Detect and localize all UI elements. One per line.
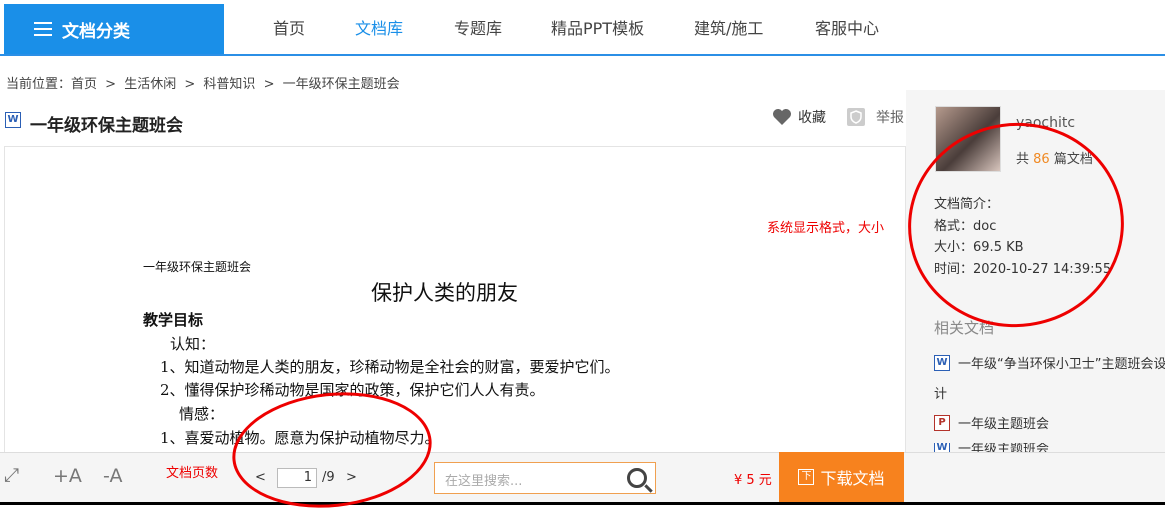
word-doc-icon: W [934, 354, 950, 371]
nav-construction[interactable]: 建筑/施工 [694, 0, 763, 54]
format-annotation: 系统显示格式，大小 [767, 221, 885, 236]
doc-count-number: 86 [1033, 152, 1050, 167]
font-decrease-button[interactable]: -A [103, 465, 122, 487]
report-label: 举报 [876, 110, 904, 126]
time-row: 时间：2020-10-27 14:39:55 [934, 262, 1112, 277]
favorite-label: 收藏 [798, 110, 826, 126]
word-doc-icon: W [934, 443, 950, 452]
doc-line: 认知： [170, 335, 216, 353]
breadcrumb: 当前位置：首页 > 生活休闲 > 科普知识 > 一年级环保主题班会 [6, 73, 404, 92]
doc-line: 2、懂得保护珍稀动物是国家的政策，保护它们人人有责。 [160, 381, 545, 399]
doc-heading: 保护人类的朋友 [371, 281, 518, 305]
nav-support[interactable]: 客服中心 [815, 0, 879, 54]
category-label: 文档分类 [62, 21, 130, 42]
avatar[interactable] [935, 106, 1001, 172]
font-increase-button[interactable]: +A [53, 465, 82, 487]
breadcrumb-separator: > [105, 77, 117, 92]
size-row: 大小：69.5 KB [934, 240, 1024, 255]
page-number-input[interactable]: 1 [277, 468, 317, 488]
related-doc-label: 一年级主题班会 [958, 443, 1050, 452]
page-title: 一年级环保主题班会 [30, 116, 183, 136]
doc-page-header: 一年级环保主题班会 [143, 260, 252, 274]
format-row: 格式：doc [934, 219, 997, 234]
prev-page-button[interactable]: < [255, 470, 266, 485]
related-docs-title: 相关文档 [934, 319, 995, 337]
author-doc-count: 共 86 篇文档 [1016, 152, 1093, 167]
breadcrumb-current: 一年级环保主题班会 [282, 77, 400, 92]
breadcrumb-separator: > [184, 77, 196, 92]
hamburger-icon [34, 22, 52, 36]
breadcrumb-home[interactable]: 当前位置：首页 [6, 77, 97, 92]
next-page-button[interactable]: > [346, 470, 357, 485]
related-doc-item[interactable]: P 一年级主题班会 [934, 413, 1049, 432]
breadcrumb-life[interactable]: 生活休闲 [124, 77, 176, 92]
doc-line: 1、知道动物是人类的朋友，珍稀动物是全社会的财富，要爱护它们。 [160, 358, 620, 376]
related-doc-label: 计 [934, 387, 948, 402]
heart-icon [773, 109, 791, 125]
search-icon[interactable] [627, 468, 647, 488]
category-menu-button[interactable]: 文档分类 [4, 4, 224, 54]
related-doc-label: 一年级“争当环保小卫士”主题班会设 [958, 357, 1165, 372]
author-name[interactable]: yaochitc [1016, 115, 1075, 131]
nav-home[interactable]: 首页 [273, 0, 305, 54]
word-doc-icon: W [5, 112, 21, 128]
total-pages: /9 [322, 470, 335, 485]
pages-annotation: 文档页数 [166, 466, 219, 481]
related-doc-item[interactable]: W 一年级“争当环保小卫士”主题班会设 [934, 353, 1165, 372]
nav-ppt-templates[interactable]: 精品PPT模板 [551, 0, 644, 54]
report-icon [847, 108, 865, 126]
time-value: 2020-10-27 14:39:55 [973, 262, 1112, 277]
ppt-doc-icon: P [934, 414, 950, 431]
doc-line: 教学目标 [143, 311, 204, 329]
download-icon: 下 [798, 469, 815, 485]
related-doc-label: 一年级主题班会 [958, 417, 1050, 432]
nav-topics[interactable]: 专题库 [454, 0, 502, 54]
format-value: doc [973, 219, 997, 234]
doc-line: 1、喜爱动植物。愿意为保护动植物尽力。 [160, 429, 440, 447]
price-label: ¥ 5 元 [734, 473, 772, 488]
breadcrumb-science[interactable]: 科普知识 [203, 77, 255, 92]
related-doc-item[interactable]: W 一年级主题班会 [934, 443, 1049, 452]
document-preview[interactable]: 一年级环保主题班会 保护人类的朋友 教学目标 认知： 1、知道动物是人类的朋友，… [4, 146, 906, 453]
summary-label: 文档简介： [934, 197, 1000, 212]
download-label: 下载文档 [820, 469, 885, 488]
fullscreen-icon[interactable]: ⤢ [4, 464, 19, 486]
doc-line: 情感： [179, 405, 225, 423]
favorite-button[interactable]: 收藏 [772, 107, 826, 127]
nav-doc-library[interactable]: 文档库 [355, 0, 403, 54]
report-button[interactable]: 举报 [846, 107, 904, 127]
download-button[interactable]: 下 下载文档 [779, 452, 904, 502]
breadcrumb-separator: > [263, 77, 275, 92]
search-input[interactable]: 在这里搜索... [445, 470, 522, 489]
doc-search-box[interactable]: 在这里搜索... [434, 462, 656, 494]
related-doc-item-continued[interactable]: 计 [934, 383, 947, 402]
size-value: 69.5 KB [973, 240, 1024, 255]
